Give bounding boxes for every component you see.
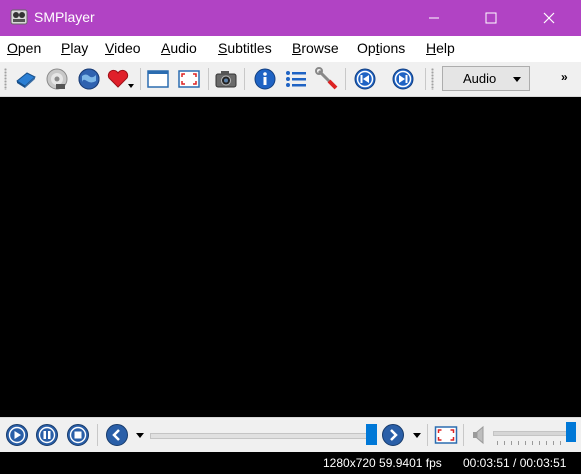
seek-bar-track[interactable] [150,433,367,439]
open-disc-button[interactable] [44,66,70,92]
menu-options[interactable]: Options [357,40,405,56]
rewind-menu-arrow-icon[interactable] [136,433,144,438]
favorites-button[interactable] [106,66,136,92]
open-file-button[interactable] [13,66,39,92]
fullscreen-toolbar-button[interactable] [176,66,202,92]
close-button[interactable] [521,0,577,36]
pause-button[interactable] [35,423,59,447]
toolbar-separator [244,68,245,90]
toolbar-separator [208,68,209,90]
menu-play[interactable]: Play [61,40,88,56]
volume-icon [473,425,484,445]
volume-slider-handle[interactable] [566,422,576,442]
stop-icon [67,424,89,446]
fullscreen-icon [434,426,458,444]
screenshot-button[interactable] [213,66,239,92]
info-icon [254,68,276,90]
screenshot-icon [215,71,237,88]
info-button[interactable] [252,66,278,92]
playback-time: 00:03:51 / 00:03:51 [463,456,567,470]
maximize-button[interactable] [463,0,519,36]
compact-mode-button[interactable] [145,66,171,92]
audio-dropdown-label: Audio [463,71,497,86]
video-area[interactable] [0,97,581,417]
menu-accel: P [61,40,71,56]
close-icon [543,12,555,24]
previous-icon [354,68,376,90]
minimize-button[interactable] [406,0,462,36]
menu-accel: O [7,40,18,56]
menu-video[interactable]: Video [105,40,141,56]
toolbar-overflow-button[interactable]: » [561,70,568,84]
menu-open[interactable]: Open [7,40,41,56]
control-separator [427,424,428,446]
menu-subtitles[interactable]: Subtitles [218,40,272,56]
fullscreen-control-button[interactable] [434,423,458,447]
audio-track-dropdown[interactable]: Audio [442,66,530,91]
control-bar [0,417,581,452]
window-title: SMPlayer [34,9,95,25]
volume-slider-track[interactable] [493,431,571,436]
control-separator [463,424,464,446]
forward-menu-arrow-icon[interactable] [413,433,421,438]
menu-label: udio [170,40,197,56]
volume-slider-ticks [497,441,567,445]
mute-button[interactable] [468,423,492,447]
chevron-down-icon [513,77,521,82]
toolbar-separator [140,68,141,90]
fullscreen-icon [178,70,200,88]
next-button[interactable] [390,66,416,92]
previous-button[interactable] [352,66,378,92]
menu-label: pen [17,40,42,56]
next-icon [392,68,414,90]
toolbar-grip[interactable] [431,68,434,90]
pause-icon [36,424,58,446]
control-separator [97,424,98,446]
forward-button[interactable] [381,423,405,447]
playlist-icon [286,71,306,87]
menu-audio[interactable]: Audio [161,40,197,56]
menu-browse[interactable]: Browse [292,40,339,56]
smplayer-logo-icon [10,9,28,25]
menu-bar: Open Play Video Audio Subtitles Browse O… [0,36,581,63]
toolbar-separator [345,68,346,90]
forward-icon [382,424,404,446]
rewind-button[interactable] [105,423,129,447]
menu-label: elp [436,40,455,56]
menu-label: lay [70,40,89,56]
menu-label: ions [379,40,406,56]
play-button[interactable] [5,423,29,447]
playlist-button[interactable] [283,66,309,92]
menu-accel: H [426,40,437,56]
play-icon [6,424,28,446]
menu-label: rowse [301,40,339,56]
menu-label: ubtitles [227,40,272,56]
compact-mode-icon [147,70,169,88]
favorites-icon [107,69,134,88]
minimize-icon [429,17,439,19]
rewind-icon [106,424,128,446]
menu-accel: V [105,40,115,56]
menu-accel: S [218,40,228,56]
stop-button[interactable] [66,423,90,447]
toolbar-separator [425,68,426,90]
preferences-icon [315,67,338,90]
menu-accel: A [161,40,171,56]
menu-label: ideo [114,40,141,56]
seek-bar-handle[interactable] [366,424,377,445]
open-file-icon [16,72,36,88]
open-disc-icon [46,68,68,90]
preferences-button[interactable] [314,66,340,92]
video-resolution-fps: 1280x720 59.9401 fps [323,456,442,470]
menu-help[interactable]: Help [426,40,455,56]
maximize-icon [485,12,497,24]
title-bar[interactable]: SMPlayer [0,0,581,36]
menu-accel: B [292,40,302,56]
open-url-icon [78,68,100,90]
toolbar-grip[interactable] [4,68,7,90]
status-bar: 1280x720 59.9401 fps 00:03:51 / 00:03:51 [0,452,581,474]
menu-label: Op [357,40,376,56]
open-url-button[interactable] [76,66,102,92]
